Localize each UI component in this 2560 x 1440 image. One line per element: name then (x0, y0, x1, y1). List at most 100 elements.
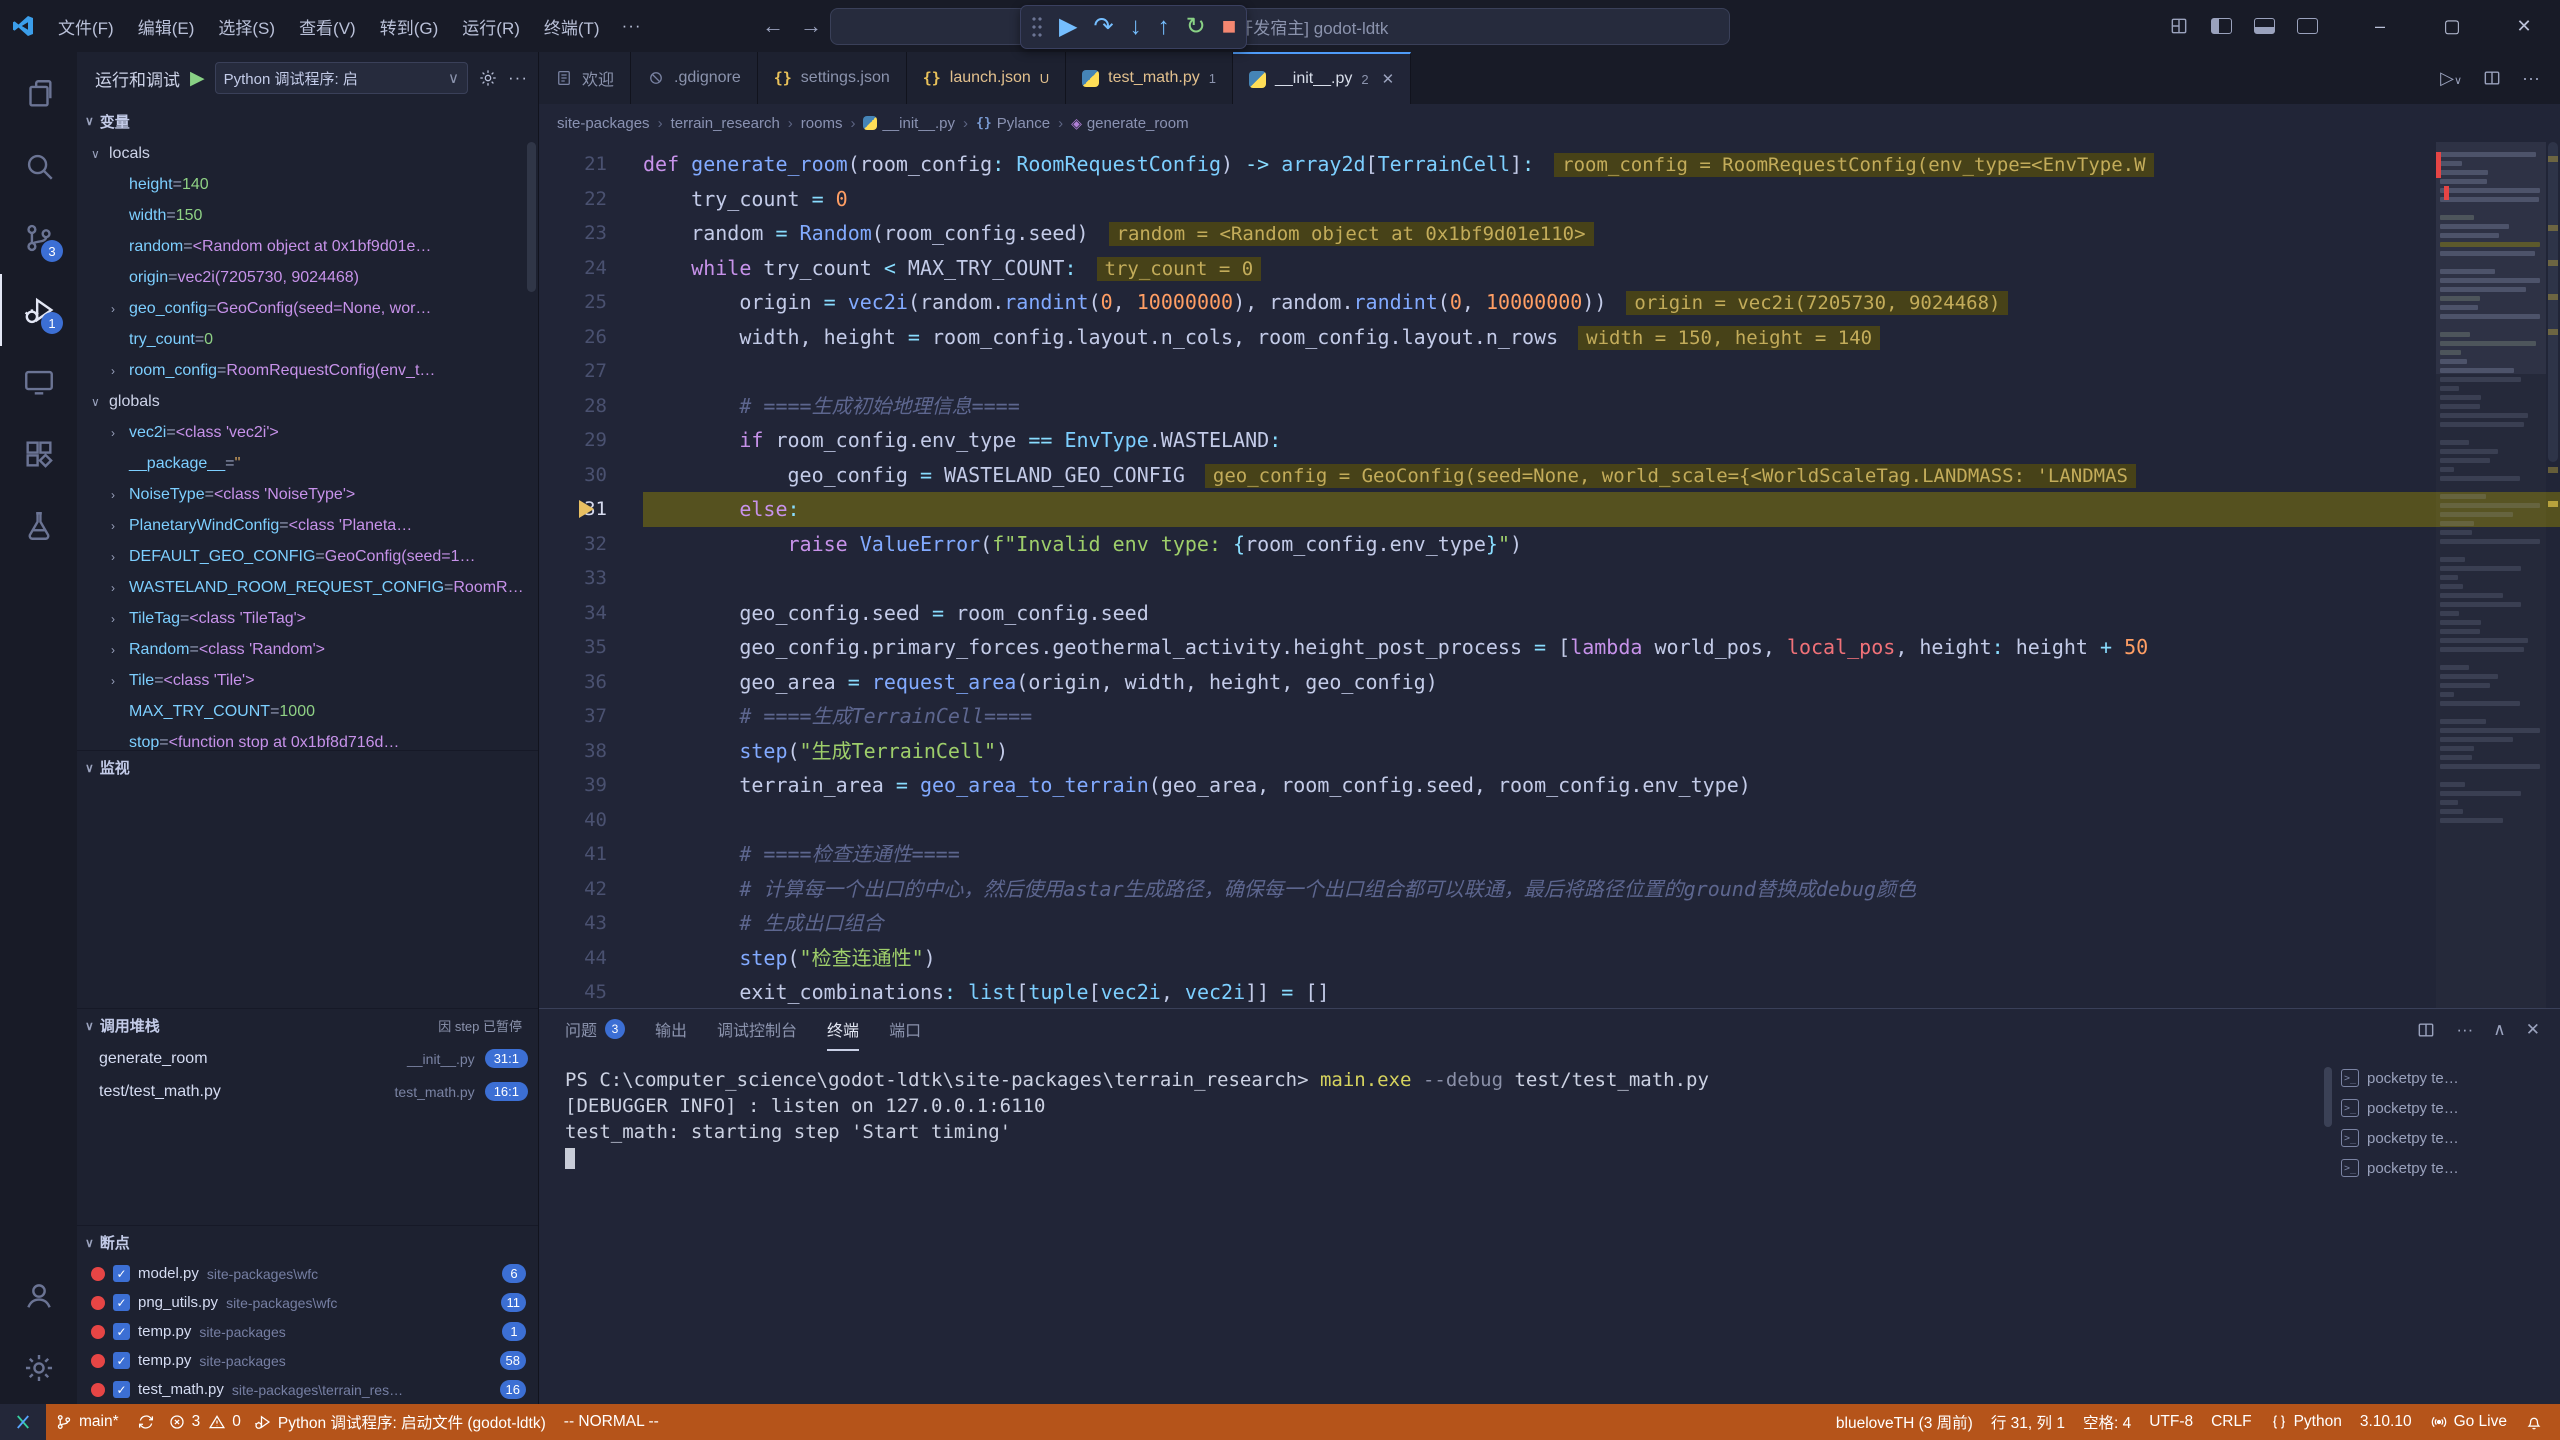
code-line-content[interactable]: origin = vec2i(random.randint(0, 1000000… (643, 285, 2560, 320)
tab-__init__.py[interactable]: __init__.py2✕ (1233, 52, 1411, 104)
variable-row[interactable]: MAX_TRY_COUNT = 1000 (77, 696, 538, 727)
variable-scope-locals[interactable]: ∨locals (77, 138, 538, 169)
breakpoints-section-header[interactable]: ∨ 断点 (77, 1225, 538, 1259)
breakpoint-row[interactable]: ✓png_utils.pysite-packages\wfc11 (77, 1288, 538, 1317)
breadcrumb-item[interactable]: rooms (801, 115, 843, 132)
toolbar-grip-icon[interactable] (1031, 15, 1043, 39)
git-branch[interactable]: main* (46, 1404, 128, 1440)
line-number[interactable]: 28 (539, 389, 643, 424)
code-line-content[interactable]: geo_area = request_area(origin, width, h… (643, 665, 2560, 700)
code-line-content[interactable]: else: (643, 492, 2560, 527)
menu-item[interactable]: 终端(T) (532, 7, 612, 46)
line-number[interactable]: 38 (539, 734, 643, 769)
continue-icon[interactable]: ▶ (1059, 15, 1077, 39)
code-line-content[interactable]: random = Random(room_config.seed)random … (643, 216, 2560, 251)
tab-.gdignore[interactable]: .gdignore (631, 52, 758, 104)
maximize-button[interactable]: ▢ (2416, 0, 2488, 52)
activity-scm[interactable]: 3 (0, 202, 77, 274)
git-blame[interactable]: blueloveTH (3 周前) (1827, 1404, 1982, 1440)
activity-remote[interactable] (0, 346, 77, 418)
variable-row[interactable]: ›WASTELAND_ROOM_REQUEST_CONFIG = RoomR… (77, 572, 538, 603)
sidebar-scrollbar[interactable] (527, 142, 536, 292)
breakpoint-row[interactable]: ✓temp.pysite-packages1 (77, 1317, 538, 1346)
line-number[interactable]: 29 (539, 423, 643, 458)
git-sync[interactable] (128, 1404, 164, 1440)
variable-row[interactable]: ›geo_config = GeoConfig(seed=None, wor… (77, 293, 538, 324)
variables-section-header[interactable]: ∨ 变量 (77, 104, 538, 138)
line-number[interactable]: 25 (539, 285, 643, 320)
toggle-secondary-sidebar-icon[interactable] (2297, 18, 2318, 34)
line-number[interactable]: 31 (539, 492, 643, 527)
callstack-section-header[interactable]: ∨ 调用堆栈 因 step 已暂停 (77, 1008, 538, 1042)
breadcrumb-item[interactable]: terrain_research (671, 115, 780, 132)
code-line-content[interactable]: # ====生成初始地理信息==== (643, 389, 2560, 424)
menu-item[interactable]: 转到(G) (368, 7, 451, 46)
breadcrumb-item[interactable]: site-packages (557, 115, 650, 132)
close-button[interactable]: ✕ (2488, 0, 2560, 52)
code-line-content[interactable] (643, 354, 2560, 389)
go-live[interactable]: Go Live (2421, 1404, 2516, 1440)
menu-item[interactable]: 查看(V) (287, 7, 368, 46)
eol[interactable]: CRLF (2202, 1404, 2260, 1440)
close-panel-icon[interactable]: ✕ (2526, 1020, 2540, 1040)
variable-row[interactable]: ›vec2i = <class 'vec2i'> (77, 417, 538, 448)
run-python-file-icon[interactable]: ▷∨ (2440, 68, 2462, 89)
close-tab-icon[interactable]: ✕ (1382, 70, 1395, 88)
terminal[interactable]: PS C:\computer_science\godot-ldtk\site-p… (565, 1067, 2320, 1394)
line-number[interactable]: 41 (539, 837, 643, 872)
line-number[interactable]: 26 (539, 320, 643, 355)
breadcrumb-item[interactable]: ◈generate_room (1071, 115, 1189, 132)
watch-section-header[interactable]: ∨ 监视 (77, 750, 538, 784)
breakpoint-checkbox[interactable]: ✓ (113, 1265, 130, 1282)
tab-欢迎[interactable]: 欢迎 (539, 52, 631, 104)
code-line-content[interactable]: # 生成出口组合 (643, 906, 2560, 941)
variable-row[interactable]: ›room_config = RoomRequestConfig(env_t… (77, 355, 538, 386)
menu-item[interactable]: 选择(S) (206, 7, 287, 46)
menu-item[interactable]: 运行(R) (450, 7, 532, 46)
code-line-content[interactable]: # ====生成TerrainCell==== (643, 699, 2560, 734)
line-number[interactable]: 45 (539, 975, 643, 1008)
breakpoint-row[interactable]: ✓model.pysite-packages\wfc6 (77, 1259, 538, 1288)
code-line-content[interactable]: if room_config.env_type == EnvType.WASTE… (643, 423, 2560, 458)
split-editor-icon[interactable] (2482, 68, 2502, 88)
line-number[interactable]: 42 (539, 872, 643, 907)
toggle-panel-icon[interactable] (2254, 18, 2275, 34)
minimap[interactable] (2436, 142, 2546, 1008)
code-line-content[interactable]: geo_config = WASTELAND_GEO_CONFIGgeo_con… (643, 458, 2560, 493)
code-line-content[interactable] (643, 561, 2560, 596)
code-line-content[interactable]: # 计算每一个出口的中心，然后使用astar生成路径，确保每一个出口组合都可以联… (643, 872, 2560, 907)
line-number[interactable]: 23 (539, 216, 643, 251)
customize-layout-icon[interactable] (2169, 16, 2189, 36)
code-editor[interactable]: 21def generate_room(room_config: RoomReq… (539, 142, 2560, 1008)
code-line-content[interactable]: step("检查连通性") (643, 941, 2560, 976)
variable-row[interactable]: ›Tile = <class 'Tile'> (77, 665, 538, 696)
line-number[interactable]: 40 (539, 803, 643, 838)
restart-icon[interactable]: ↻ (1186, 15, 1206, 39)
nav-back-icon[interactable]: ← (762, 13, 784, 39)
code-line-content[interactable]: raise ValueError(f"Invalid env type: {ro… (643, 527, 2560, 562)
menu-item[interactable]: 编辑(E) (126, 7, 207, 46)
activity-files[interactable] (0, 58, 77, 130)
minimize-button[interactable]: – (2344, 0, 2416, 52)
remote-indicator[interactable] (0, 1404, 46, 1440)
line-number[interactable]: 37 (539, 699, 643, 734)
editor-more-icon[interactable]: ··· (2522, 68, 2540, 89)
python-version[interactable]: 3.10.10 (2351, 1404, 2421, 1440)
editor-scrollbar[interactable] (2546, 142, 2560, 1008)
panel-tab-终端[interactable]: 终端 (827, 1009, 859, 1051)
language-mode[interactable]: Python (2261, 1404, 2351, 1440)
line-number[interactable]: 44 (539, 941, 643, 976)
code-line-content[interactable]: terrain_area = geo_area_to_terrain(geo_a… (643, 768, 2560, 803)
line-number[interactable]: 34 (539, 596, 643, 631)
terminal-scrollbar[interactable] (2324, 1067, 2332, 1127)
line-number[interactable]: 21 (539, 147, 643, 182)
variable-row[interactable]: ›DEFAULT_GEO_CONFIG = GeoConfig(seed=1… (77, 541, 538, 572)
breakpoint-row[interactable]: ✓test_math.pysite-packages\terrain_res…1… (77, 1375, 538, 1404)
tab-settings.json[interactable]: {}settings.json (758, 52, 907, 104)
problems-warnings[interactable]: 0 (204, 1404, 245, 1440)
variable-row[interactable]: origin = vec2i(7205730, 9024468) (77, 262, 538, 293)
indentation[interactable]: 空格: 4 (2074, 1404, 2140, 1440)
activity-testing[interactable] (0, 490, 77, 562)
line-number[interactable]: 33 (539, 561, 643, 596)
panel-tab-问题[interactable]: 问题3 (565, 1009, 625, 1051)
